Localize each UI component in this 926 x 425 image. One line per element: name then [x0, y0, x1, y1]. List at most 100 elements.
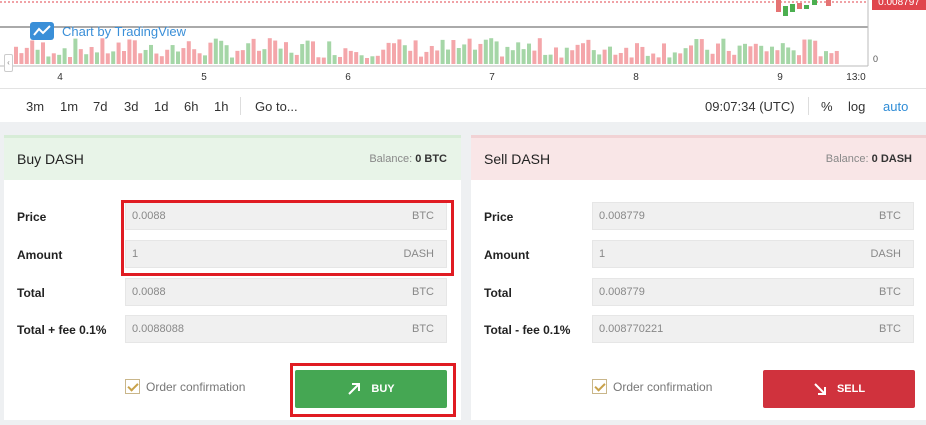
volume-bar — [829, 53, 834, 64]
volume-bar — [348, 50, 353, 64]
volume-bar — [710, 53, 715, 64]
volume-bar — [413, 40, 418, 64]
log-scale-toggle[interactable]: log — [848, 99, 865, 114]
timeframe-1h[interactable]: 1h — [214, 99, 228, 114]
volume-bar — [203, 55, 207, 64]
volume-bar — [743, 43, 747, 64]
volume-bar — [143, 49, 148, 64]
volume-bar — [251, 38, 256, 64]
timeframe-1d[interactable]: 1d — [154, 99, 168, 114]
volume-bar — [397, 39, 402, 64]
volume-bar — [95, 52, 99, 64]
volume-bar — [645, 55, 650, 64]
volume-bar — [419, 56, 423, 64]
buy-order-confirmation[interactable]: Order confirmation — [125, 379, 245, 394]
volume-bar — [321, 57, 326, 64]
volume-bar — [473, 49, 477, 64]
buy-balance-value: 0 BTC — [415, 153, 447, 165]
volume-bar — [705, 49, 710, 64]
volume-bar — [30, 40, 35, 64]
price-candle — [790, 4, 795, 12]
checkbox-icon[interactable] — [592, 379, 607, 394]
auto-scale-toggle[interactable]: auto — [883, 99, 908, 114]
volume-bar — [802, 39, 807, 64]
volume-bar — [208, 42, 213, 64]
volume-bar — [548, 54, 553, 64]
volume-bar — [834, 50, 839, 64]
sell-panel-header: Sell DASH Balance: 0 DASH — [471, 135, 926, 180]
volume-bar — [116, 42, 121, 64]
sell-amount-input[interactable]: 1 DASH — [592, 240, 914, 268]
volume-bar — [586, 39, 591, 64]
volume-bar — [467, 38, 472, 64]
volume-bar — [635, 43, 639, 64]
scroll-left-icon[interactable]: ‹ — [4, 54, 13, 72]
volume-bar — [278, 48, 283, 64]
tradingview-watermark[interactable]: Chart by TradingView — [30, 22, 186, 40]
toolbar-divider — [240, 97, 241, 115]
volume-bar — [786, 47, 791, 64]
volume-bar — [672, 52, 677, 64]
price-candle — [826, 0, 831, 6]
volume-bar — [213, 38, 218, 64]
time-tick: 4 — [57, 72, 63, 83]
volume-bar — [170, 45, 175, 64]
volume-bar — [748, 46, 753, 64]
sell-total-input[interactable]: 0.008779 BTC — [592, 278, 914, 306]
sell-amount-row: Amount 1 DASH — [471, 240, 926, 270]
volume-bar — [554, 47, 558, 64]
percent-scale-toggle[interactable]: % — [821, 99, 833, 114]
sell-order-confirmation-label: Order confirmation — [613, 379, 713, 394]
sell-order-confirmation[interactable]: Order confirmation — [592, 379, 712, 394]
sell-price-input[interactable]: 0.008779 BTC — [592, 202, 914, 230]
timeframe-7d[interactable]: 7d — [93, 99, 107, 114]
buy-price-label: Price — [17, 210, 47, 224]
buy-total-input[interactable]: 0.0088 BTC — [125, 278, 447, 306]
buy-price-input[interactable]: 0.0088 BTC — [125, 202, 447, 230]
price-chart[interactable]: 0.008797 Chart by TradingView ‹ 0 4 5 6 … — [0, 0, 926, 88]
volume-bar — [424, 51, 429, 64]
sell-total-fee-unit: BTC — [879, 323, 901, 335]
volume-bar — [365, 57, 369, 64]
volume-bar — [35, 49, 40, 64]
sell-balance-value: 0 DASH — [871, 153, 912, 165]
buy-price-unit: BTC — [412, 210, 434, 222]
sell-button[interactable]: SELL — [763, 370, 915, 408]
volume-bar — [105, 53, 110, 64]
volume-bar — [456, 48, 461, 64]
buy-total-row: Total 0.0088 BTC — [4, 278, 461, 308]
volume-bar — [381, 49, 386, 64]
volume-bar — [316, 57, 321, 64]
volume-bar — [300, 44, 305, 64]
buy-total-fee-row: Total + fee 0.1% 0.0088088 BTC — [4, 315, 461, 345]
volume-bar — [451, 40, 456, 64]
buy-amount-input[interactable]: 1 DASH — [125, 240, 447, 268]
timeframe-3m[interactable]: 3m — [26, 99, 44, 114]
timeframe-3d[interactable]: 3d — [124, 99, 138, 114]
sell-total-fee-input[interactable]: 0.008770221 BTC — [592, 315, 914, 343]
volume-bar — [186, 41, 191, 64]
checkbox-icon[interactable] — [125, 379, 140, 394]
volume-bar — [446, 49, 450, 64]
timeframe-6h[interactable]: 6h — [184, 99, 198, 114]
buy-button[interactable]: BUY — [295, 370, 447, 408]
buy-amount-value: 1 — [132, 248, 139, 260]
buy-balance: Balance: 0 BTC — [369, 153, 447, 165]
last-price-tag: 0.008797 — [872, 0, 926, 10]
buy-button-label: BUY — [371, 383, 395, 395]
timeframe-1m[interactable]: 1m — [60, 99, 78, 114]
price-candle — [783, 6, 788, 16]
volume-bar — [181, 48, 186, 64]
volume-bar — [375, 55, 380, 64]
utc-clock[interactable]: 09:07:34 (UTC) — [705, 99, 795, 114]
volume-bar — [176, 51, 180, 64]
volume-bar — [667, 57, 672, 64]
volume-bar — [14, 46, 18, 64]
goto-date-button[interactable]: Go to... — [255, 99, 298, 114]
volume-bar — [613, 54, 618, 64]
buy-total-fee-input[interactable]: 0.0088088 BTC — [125, 315, 447, 343]
volume-bar — [764, 51, 769, 64]
volume-bar — [132, 40, 137, 64]
volume-bar — [41, 42, 45, 64]
sell-amount-value: 1 — [599, 248, 606, 260]
